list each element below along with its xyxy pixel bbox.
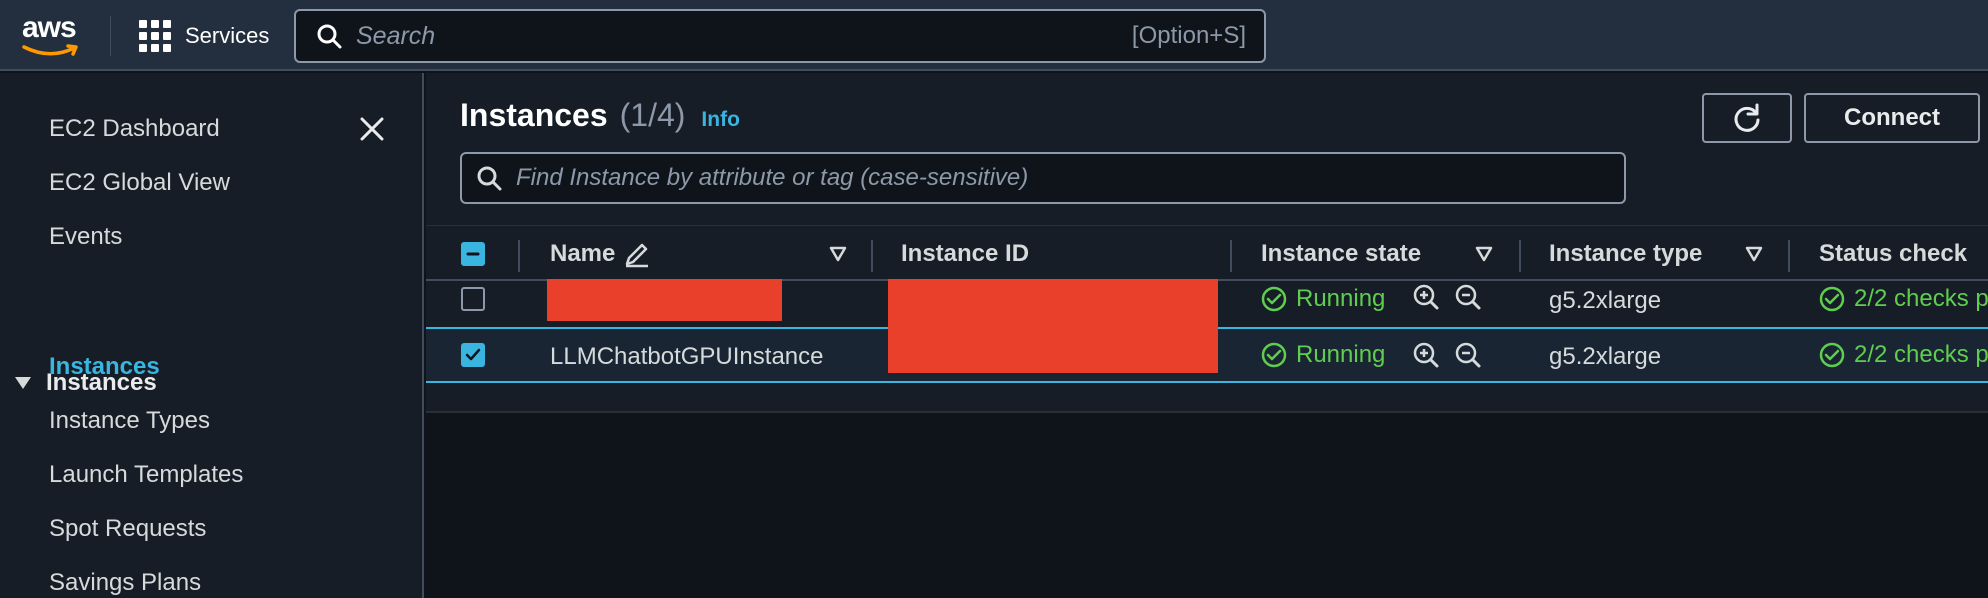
main-content: Instances (1/4) Info Connect Find Instan… <box>426 73 1988 598</box>
status-check-cell: 2/2 checks p <box>1818 341 1988 369</box>
sort-triangle-icon[interactable] <box>1744 244 1764 264</box>
page-title-text: Instances <box>460 97 608 133</box>
check-circle-icon <box>1261 286 1287 312</box>
nav-divider <box>110 16 111 56</box>
instance-filter-box[interactable] <box>460 152 1626 204</box>
sidebar-item-launch-templates[interactable]: Launch Templates <box>49 461 243 489</box>
sort-triangle-icon[interactable] <box>1474 244 1494 264</box>
column-divider <box>1519 240 1521 272</box>
refresh-button[interactable] <box>1702 93 1792 143</box>
zoom-out-icon[interactable] <box>1454 283 1482 311</box>
info-link[interactable]: Info <box>701 108 739 132</box>
column-header-instance-type[interactable]: Instance type <box>1549 226 1702 282</box>
instance-type-cell: g5.2xlarge <box>1549 343 1662 370</box>
table-row[interactable]: Running g5.2xlarge 2/2 checks p <box>426 279 1988 335</box>
row-checkbox-checked[interactable] <box>461 343 485 367</box>
services-label: Services <box>185 23 270 48</box>
refresh-icon <box>1734 103 1760 132</box>
checkmark-icon <box>465 348 481 361</box>
close-icon[interactable] <box>356 113 388 145</box>
search-icon <box>477 166 502 191</box>
column-divider <box>1230 240 1232 272</box>
instance-filter-input[interactable] <box>516 164 1596 192</box>
check-circle-icon <box>1819 286 1845 312</box>
sort-triangle-icon[interactable] <box>828 244 848 264</box>
instance-state-label: Running <box>1296 285 1386 312</box>
column-divider <box>871 240 873 272</box>
page-title: Instances (1/4) Info <box>460 97 740 134</box>
column-header-status-check[interactable]: Status check <box>1819 226 1967 282</box>
selection-count: (1/4) <box>619 97 686 133</box>
column-header-name[interactable]: Name <box>550 226 651 282</box>
row-checkbox[interactable] <box>461 287 485 311</box>
zoom-out-icon[interactable] <box>1454 341 1482 369</box>
column-header-instance-state[interactable]: Instance state <box>1261 226 1421 282</box>
connect-button[interactable]: Connect <box>1804 93 1980 143</box>
sidebar-item-instance-types[interactable]: Instance Types <box>49 407 210 435</box>
zoom-in-icon[interactable] <box>1412 283 1440 311</box>
column-divider <box>518 240 520 272</box>
instance-type-cell: g5.2xlarge <box>1549 287 1662 314</box>
instance-name-cell: LLMChatbotGPUInstance <box>550 343 824 370</box>
sidebar-item-instances[interactable]: Instances <box>49 353 160 381</box>
check-circle-icon <box>1819 342 1845 368</box>
global-search-box[interactable]: [Option+S] <box>294 9 1266 63</box>
instance-state-running: Running <box>1260 285 1385 313</box>
instances-panel: Instances (1/4) Info Connect Find Instan… <box>426 73 1988 413</box>
sidebar-item-events[interactable]: Events <box>49 223 122 251</box>
edit-pencil-icon <box>626 243 649 268</box>
top-navigation-bar: aws Services [Option+S] <box>0 0 1988 71</box>
services-menu-button[interactable]: Services <box>139 19 269 53</box>
search-shortcut-hint: [Option+S] <box>1131 22 1246 49</box>
instance-state-running: Running <box>1260 341 1385 369</box>
zoom-in-icon[interactable] <box>1412 341 1440 369</box>
sidebar-item-spot-requests[interactable]: Spot Requests <box>49 515 206 543</box>
status-check-label: 2/2 checks p <box>1854 341 1988 368</box>
aws-logo[interactable]: aws <box>22 12 84 58</box>
sidebar-item-savings-plans[interactable]: Savings Plans <box>49 569 201 597</box>
redacted-instance-id <box>888 325 1218 373</box>
sidebar-item-ec2-dashboard[interactable]: EC2 Dashboard <box>49 115 220 143</box>
caret-down-icon <box>15 377 31 389</box>
indeterminate-icon <box>466 252 480 256</box>
sidebar-navigation: EC2 Dashboard EC2 Global View Events Ins… <box>0 73 424 598</box>
search-icon <box>317 24 342 49</box>
sidebar-item-ec2-global-view[interactable]: EC2 Global View <box>49 169 230 197</box>
aws-smile-icon <box>22 44 78 56</box>
redacted-name <box>547 279 782 321</box>
column-divider <box>1788 240 1790 272</box>
table-row-selected[interactable]: LLMChatbotGPUInstance Running g5.2xlarge… <box>426 325 1988 383</box>
status-check-cell: 2/2 checks p <box>1818 285 1988 313</box>
check-circle-icon <box>1261 342 1287 368</box>
aws-logo-text: aws <box>22 11 77 44</box>
select-all-checkbox[interactable] <box>461 242 485 266</box>
column-header-instance-id[interactable]: Instance ID <box>901 226 1029 282</box>
global-search-input[interactable] <box>356 21 1096 51</box>
status-check-label: 2/2 checks p <box>1854 285 1988 312</box>
services-grid-icon <box>139 20 171 52</box>
instance-state-label: Running <box>1296 341 1386 368</box>
table-header: Name Instance ID Instance state Instance… <box>426 225 1988 281</box>
column-header-name-label: Name <box>550 240 616 267</box>
